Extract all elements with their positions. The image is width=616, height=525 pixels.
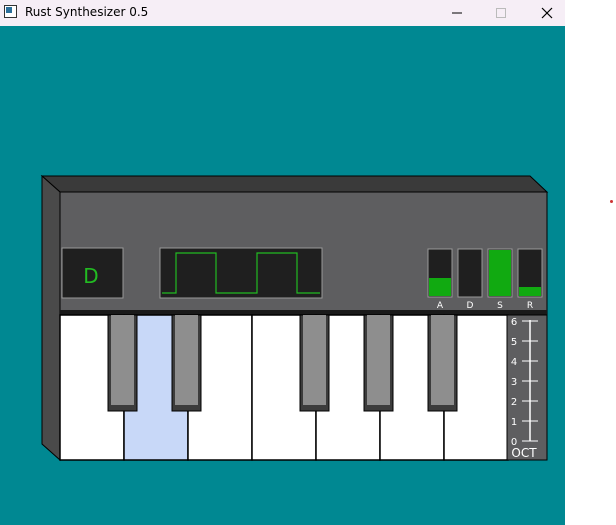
black-key-face	[111, 315, 134, 405]
octave-tick-label: 6	[511, 317, 517, 328]
synth-side-face	[41, 174, 61, 462]
octave-tick-label: 5	[511, 337, 517, 348]
app-window: Rust Synthesizer 0.5 D ADSR OCT 6 5 4 3 …	[0, 0, 565, 525]
octave-tick-label: 2	[511, 397, 517, 408]
black-key-face	[431, 315, 454, 405]
octave-tick-label: 0	[511, 437, 517, 448]
black-key-face	[367, 315, 390, 405]
octave-tick-label: 3	[511, 377, 517, 388]
adsr-slider-d[interactable]	[457, 248, 483, 298]
adsr-level-r	[519, 287, 541, 296]
octave-tick-label: 4	[511, 357, 517, 368]
octave-selector[interactable]: OCT 6 5 4 3 2 1 0	[506, 314, 548, 461]
adsr-label-a: A	[437, 301, 444, 311]
adsr-level-a	[429, 278, 451, 296]
octave-tick-label: 1	[511, 417, 517, 428]
adsr-label-d: D	[467, 301, 474, 311]
black-key-face	[303, 315, 326, 405]
note-display-text: D	[83, 264, 98, 288]
octave-label: OCT	[511, 446, 537, 460]
stray-dot	[610, 200, 613, 203]
synth-top-face	[40, 175, 549, 193]
synth-canvas: D A D S R OCT 6 5 4 3 2 1 0	[40, 174, 549, 462]
waveform-display	[159, 247, 323, 299]
black-key-face	[175, 315, 198, 405]
adsr-label-r: R	[527, 301, 533, 311]
adsr-level-s	[489, 250, 511, 296]
adsr-label-s: S	[497, 301, 503, 311]
